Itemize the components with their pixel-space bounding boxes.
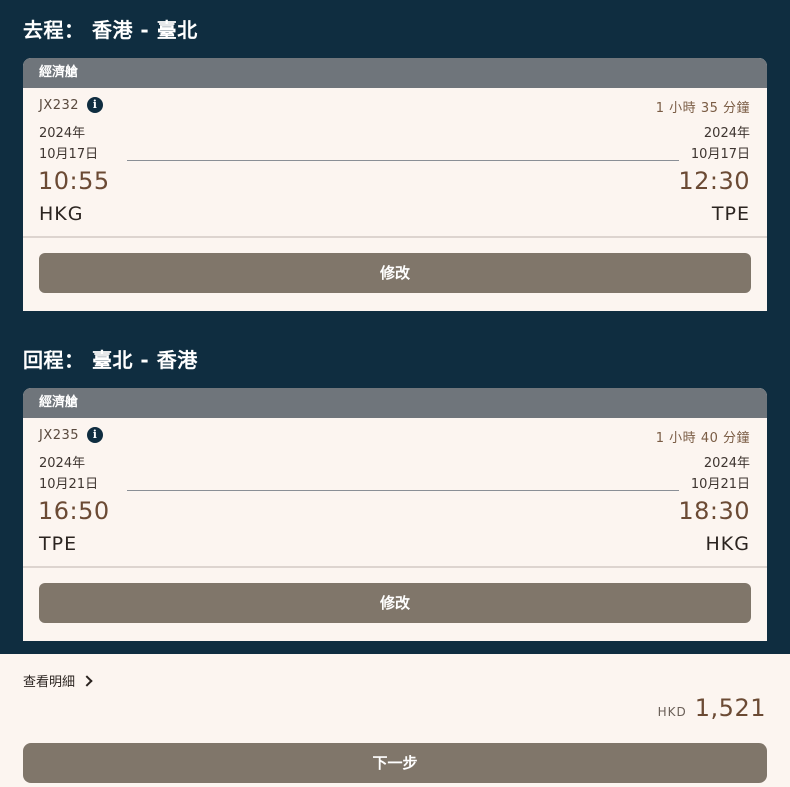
- view-details-label: 查看明細: [23, 675, 76, 690]
- inbound-arrive-airport: HKG: [705, 533, 750, 555]
- inbound-flight-card: 經濟艙 JX235 i 1 小時 40 分鐘 2024年 10月21日 2024…: [23, 388, 767, 641]
- price-currency: HKD: [657, 705, 687, 719]
- outbound-section-title: 去程： 香港 - 臺北: [23, 18, 198, 42]
- price-amount: 1,521: [694, 694, 766, 722]
- outbound-arrive-airport: TPE: [711, 203, 750, 225]
- outbound-duration: 1 小時 35 分鐘: [655, 101, 750, 116]
- total-price: HKD 1,521: [658, 694, 766, 722]
- inbound-arrive-year: 2024年: [703, 456, 750, 471]
- info-icon[interactable]: i: [87, 427, 104, 443]
- outbound-modify-button[interactable]: 修改: [39, 253, 751, 293]
- outbound-card-footer: 修改: [23, 238, 767, 311]
- inbound-depart-date: 10月21日: [39, 477, 99, 492]
- inbound-flight-number: JX235 i: [39, 427, 104, 443]
- outbound-flight-card: 經濟艙 JX232 i 1 小時 35 分鐘 2024年 10月17日 2024…: [23, 58, 767, 311]
- chevron-right-icon: [81, 674, 93, 687]
- outbound-depart-year: 2024年: [39, 126, 86, 141]
- inbound-arrive-time: 18:30: [678, 497, 750, 525]
- outbound-arrive-time: 12:30: [678, 167, 750, 195]
- outbound-route-line: [127, 160, 679, 161]
- inbound-depart-time: 16:50: [38, 497, 110, 525]
- inbound-arrive-date: 10月21日: [690, 477, 750, 492]
- outbound-arrive-year: 2024年: [703, 126, 750, 141]
- inbound-section-title: 回程： 臺北 - 香港: [23, 348, 198, 372]
- outbound-cabin-header: 經濟艙: [23, 58, 767, 88]
- outbound-arrive-date: 10月17日: [690, 147, 750, 162]
- outbound-depart-time: 10:55: [38, 167, 110, 195]
- inbound-duration: 1 小時 40 分鐘: [655, 431, 750, 446]
- inbound-modify-button[interactable]: 修改: [39, 583, 751, 623]
- outbound-flight-number-label: JX232: [39, 97, 80, 113]
- inbound-card-footer: 修改: [23, 568, 767, 641]
- outbound-flight-details: JX232 i 1 小時 35 分鐘 2024年 10月17日 2024年 10…: [23, 88, 767, 236]
- inbound-flight-number-label: JX235: [39, 427, 80, 443]
- next-step-button[interactable]: 下一步: [23, 743, 767, 783]
- view-details-link[interactable]: 查看明細: [23, 671, 93, 690]
- inbound-route-line: [127, 490, 679, 491]
- outbound-depart-date: 10月17日: [39, 147, 99, 162]
- info-icon[interactable]: i: [87, 97, 104, 113]
- price-summary-panel: 查看明細 HKD 1,521 下一步: [0, 654, 790, 787]
- inbound-flight-details: JX235 i 1 小時 40 分鐘 2024年 10月21日 2024年 10…: [23, 418, 767, 566]
- inbound-depart-airport: TPE: [39, 533, 78, 555]
- outbound-depart-airport: HKG: [39, 203, 84, 225]
- inbound-depart-year: 2024年: [39, 456, 86, 471]
- outbound-flight-number: JX232 i: [39, 97, 104, 113]
- inbound-cabin-header: 經濟艙: [23, 388, 767, 418]
